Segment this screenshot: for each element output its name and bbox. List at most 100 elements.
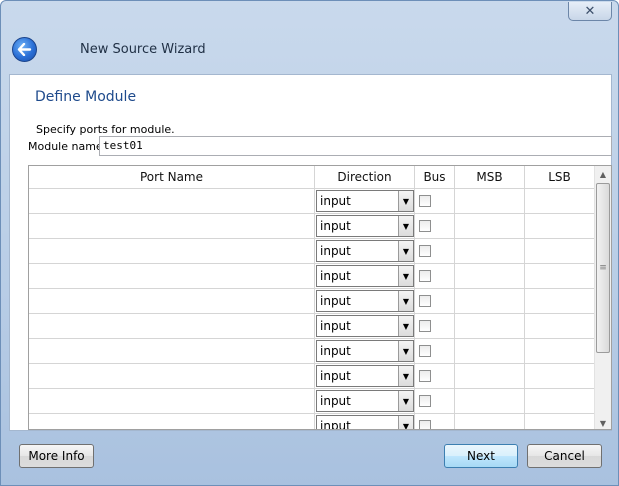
scroll-up-button[interactable]: ▲ xyxy=(595,166,611,182)
bus-checkbox[interactable] xyxy=(419,320,431,332)
chevron-down-icon[interactable]: ▼ xyxy=(398,191,413,211)
bus-checkbox[interactable] xyxy=(419,370,431,382)
port-name-cell[interactable] xyxy=(29,389,315,413)
bus-checkbox[interactable] xyxy=(419,295,431,307)
back-arrow-icon xyxy=(17,43,32,56)
direction-select[interactable]: input ▼ xyxy=(316,290,414,312)
lsb-cell[interactable] xyxy=(525,389,595,413)
msb-cell[interactable] xyxy=(455,314,525,338)
bus-checkbox[interactable] xyxy=(419,420,431,429)
direction-select[interactable]: input ▼ xyxy=(316,340,414,362)
module-name-input[interactable]: test01 xyxy=(99,136,612,156)
grid-body: input ▼ input ▼ input ▼ input ▼ input ▼ input ▼ inpu… xyxy=(29,189,595,430)
chevron-down-icon[interactable]: ▼ xyxy=(398,316,413,336)
bus-checkbox[interactable] xyxy=(419,220,431,232)
bus-checkbox[interactable] xyxy=(419,270,431,282)
port-name-cell[interactable] xyxy=(29,414,315,429)
column-header-port-name[interactable]: Port Name xyxy=(29,166,315,188)
lsb-cell[interactable] xyxy=(525,364,595,388)
scroll-down-button[interactable]: ▼ xyxy=(595,415,611,429)
table-row: input ▼ xyxy=(29,264,595,289)
column-header-direction[interactable]: Direction xyxy=(315,166,415,188)
port-name-cell[interactable] xyxy=(29,339,315,363)
lsb-cell[interactable] xyxy=(525,264,595,288)
chevron-down-icon[interactable]: ▼ xyxy=(398,216,413,236)
direction-cell: input ▼ xyxy=(315,264,415,288)
bus-cell xyxy=(415,289,455,313)
port-name-cell[interactable] xyxy=(29,314,315,338)
direction-select[interactable]: input ▼ xyxy=(316,240,414,262)
port-name-cell[interactable] xyxy=(29,214,315,238)
msb-cell[interactable] xyxy=(455,339,525,363)
direction-value: input xyxy=(320,244,351,258)
bus-cell xyxy=(415,314,455,338)
chevron-down-icon[interactable]: ▼ xyxy=(398,291,413,311)
msb-cell[interactable] xyxy=(455,189,525,213)
lsb-cell[interactable] xyxy=(525,339,595,363)
chevron-down-icon[interactable]: ▼ xyxy=(398,341,413,361)
msb-cell[interactable] xyxy=(455,264,525,288)
direction-value: input xyxy=(320,419,351,430)
direction-cell: input ▼ xyxy=(315,189,415,213)
port-name-cell[interactable] xyxy=(29,289,315,313)
table-row: input ▼ xyxy=(29,364,595,389)
back-button[interactable] xyxy=(12,37,37,62)
column-header-lsb[interactable]: LSB xyxy=(525,166,595,188)
bus-cell xyxy=(415,264,455,288)
direction-value: input xyxy=(320,269,351,283)
table-row: input ▼ xyxy=(29,189,595,214)
msb-cell[interactable] xyxy=(455,389,525,413)
lsb-cell[interactable] xyxy=(525,289,595,313)
direction-select[interactable]: input ▼ xyxy=(316,215,414,237)
direction-select[interactable]: input ▼ xyxy=(316,190,414,212)
chevron-down-icon[interactable]: ▼ xyxy=(398,266,413,286)
ports-grid: Port Name Direction Bus MSB LSB input ▼ in… xyxy=(28,165,612,430)
vertical-scrollbar[interactable]: ▲ ≡ ▼ xyxy=(594,166,611,429)
column-header-bus[interactable]: Bus xyxy=(415,166,455,188)
chevron-down-icon[interactable]: ▼ xyxy=(398,241,413,261)
close-button[interactable]: ✕ xyxy=(568,2,612,21)
lsb-cell[interactable] xyxy=(525,214,595,238)
lsb-cell[interactable] xyxy=(525,314,595,338)
direction-select[interactable]: input ▼ xyxy=(316,365,414,387)
lsb-cell[interactable] xyxy=(525,239,595,263)
msb-cell[interactable] xyxy=(455,239,525,263)
scroll-thumb[interactable]: ≡ xyxy=(596,183,610,353)
bus-checkbox[interactable] xyxy=(419,345,431,357)
direction-select[interactable]: input ▼ xyxy=(316,390,414,412)
direction-select[interactable]: input ▼ xyxy=(316,315,414,337)
next-button[interactable]: Next xyxy=(444,444,518,468)
direction-cell: input ▼ xyxy=(315,314,415,338)
port-name-cell[interactable] xyxy=(29,239,315,263)
wizard-footer: More Info Next Cancel xyxy=(1,432,618,486)
msb-cell[interactable] xyxy=(455,364,525,388)
cancel-button[interactable]: Cancel xyxy=(527,444,602,468)
direction-value: input xyxy=(320,369,351,383)
chevron-down-icon[interactable]: ▼ xyxy=(398,391,413,411)
lsb-cell[interactable] xyxy=(525,189,595,213)
port-name-cell[interactable] xyxy=(29,189,315,213)
msb-cell[interactable] xyxy=(455,414,525,429)
chevron-down-icon[interactable]: ▼ xyxy=(398,366,413,386)
bus-checkbox[interactable] xyxy=(419,195,431,207)
bus-checkbox[interactable] xyxy=(419,395,431,407)
close-icon: ✕ xyxy=(584,3,596,19)
more-info-button[interactable]: More Info xyxy=(19,444,94,468)
port-name-cell[interactable] xyxy=(29,264,315,288)
bus-cell xyxy=(415,214,455,238)
msb-cell[interactable] xyxy=(455,214,525,238)
table-row: input ▼ xyxy=(29,414,595,430)
direction-select[interactable]: input ▼ xyxy=(316,265,414,287)
bus-cell xyxy=(415,339,455,363)
direction-cell: input ▼ xyxy=(315,239,415,263)
lsb-cell[interactable] xyxy=(525,414,595,429)
column-header-msb[interactable]: MSB xyxy=(455,166,525,188)
table-row: input ▼ xyxy=(29,239,595,264)
bus-checkbox[interactable] xyxy=(419,245,431,257)
direction-value: input xyxy=(320,294,351,308)
port-name-cell[interactable] xyxy=(29,364,315,388)
msb-cell[interactable] xyxy=(455,289,525,313)
chevron-down-icon[interactable]: ▼ xyxy=(398,416,413,429)
direction-cell: input ▼ xyxy=(315,214,415,238)
direction-select[interactable]: input ▼ xyxy=(316,415,414,430)
